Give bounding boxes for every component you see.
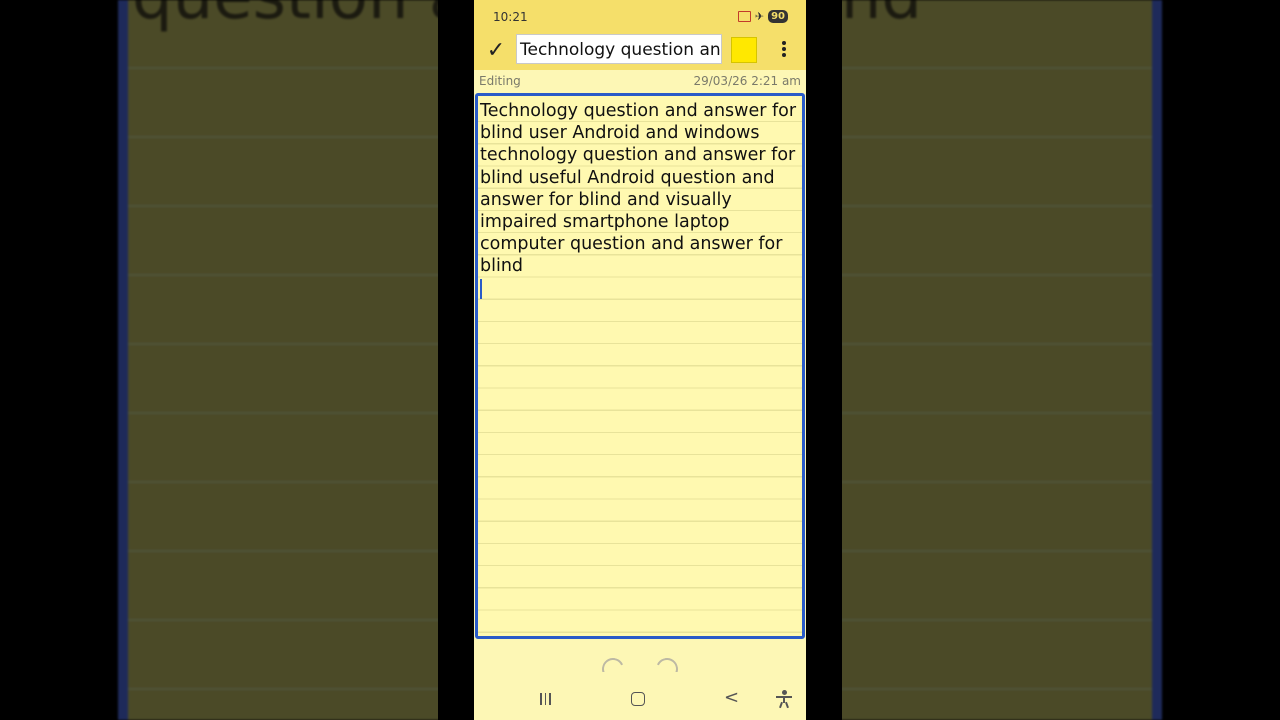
dark-band-left bbox=[438, 0, 474, 720]
note-meta-row: Editing 29/03/26 2:21 am bbox=[474, 70, 806, 92]
system-navigation-bar: < bbox=[474, 684, 806, 720]
dark-band-right bbox=[806, 0, 842, 720]
redo-icon[interactable] bbox=[652, 654, 682, 672]
status-bar: 10:21 ✈ 90 bbox=[474, 0, 806, 34]
airplane-mode-icon: ✈ bbox=[754, 10, 765, 23]
battery-indicator: 90 bbox=[768, 10, 788, 23]
save-check-button[interactable]: ✓ bbox=[484, 37, 508, 65]
note-color-button[interactable] bbox=[731, 37, 757, 63]
accessibility-icon[interactable] bbox=[776, 690, 792, 709]
home-icon[interactable] bbox=[631, 692, 645, 706]
background-edge-left bbox=[118, 0, 128, 720]
note-title-input[interactable]: Technology question an bbox=[516, 34, 722, 64]
note-body-text[interactable]: Technology question and answer for blind… bbox=[480, 100, 802, 278]
bottom-controls: < bbox=[474, 640, 806, 720]
status-icons: ✈ 90 bbox=[737, 10, 788, 23]
editing-status: Editing bbox=[479, 74, 521, 88]
note-editor[interactable]: Technology question and answer for blind… bbox=[475, 93, 805, 639]
more-options-icon[interactable] bbox=[775, 39, 793, 63]
note-timestamp: 29/03/26 2:21 am bbox=[693, 74, 801, 88]
text-cursor bbox=[480, 279, 482, 299]
status-time: 10:21 bbox=[493, 10, 528, 24]
back-icon[interactable]: < bbox=[724, 688, 739, 708]
undo-icon[interactable] bbox=[598, 654, 628, 672]
undo-redo-bar bbox=[474, 652, 806, 672]
phone-screen: 10:21 ✈ 90 ✓ Technology question an Edit… bbox=[474, 0, 806, 720]
note-toolbar: ✓ Technology question an bbox=[474, 34, 806, 70]
background-edge-right bbox=[1152, 0, 1162, 720]
cast-icon bbox=[737, 11, 751, 22]
recent-apps-icon[interactable] bbox=[540, 693, 551, 705]
